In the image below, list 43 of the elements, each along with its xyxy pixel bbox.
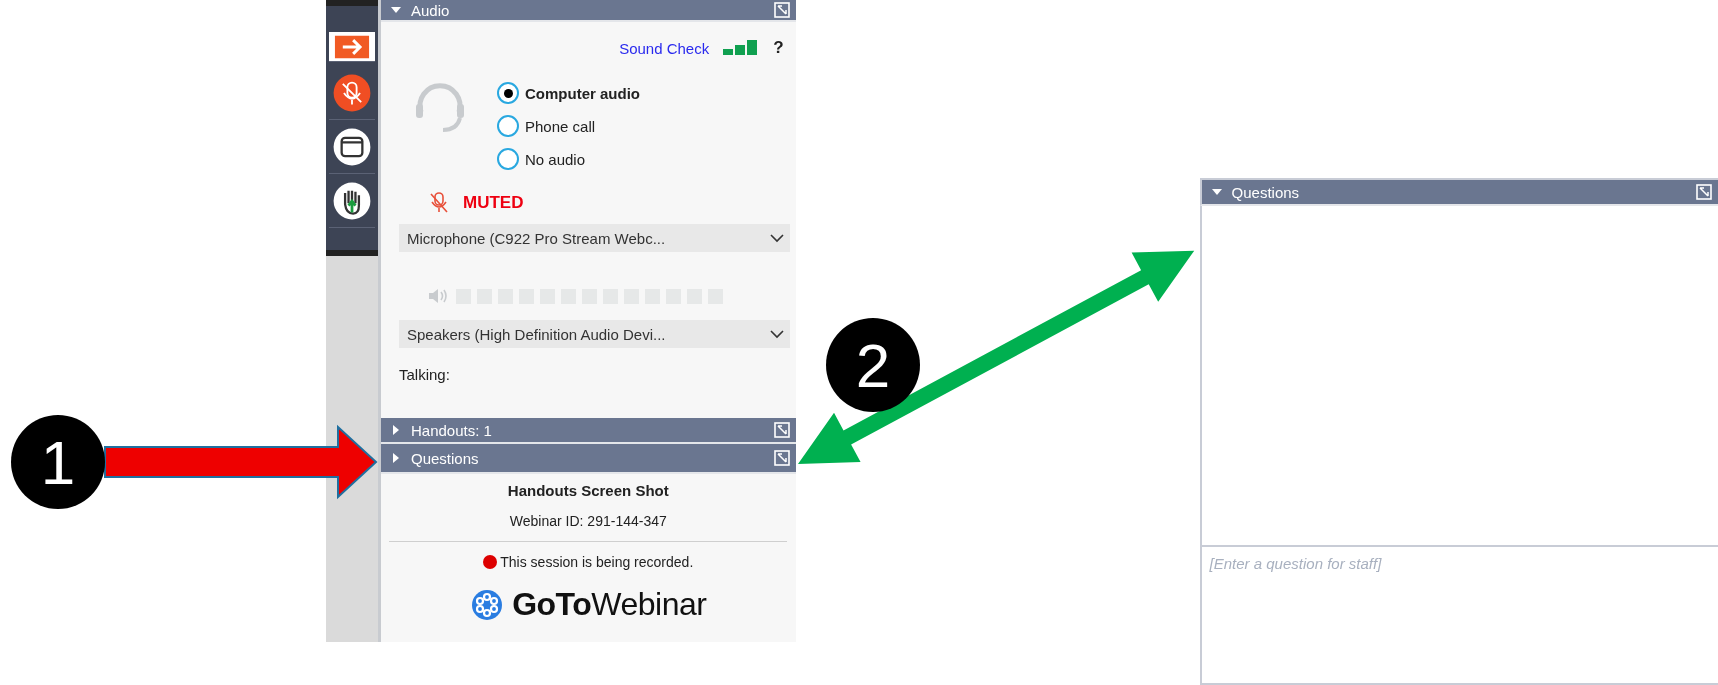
muted-mic-icon — [332, 72, 372, 113]
headset-icon — [413, 82, 467, 134]
logo-text: GoToWebinar — [512, 586, 707, 623]
popout-icon[interactable] — [773, 2, 790, 18]
popout-icon[interactable] — [1696, 184, 1712, 200]
number-badge: 2 — [826, 318, 920, 412]
raised-hand-icon — [332, 180, 372, 221]
recording-dot — [483, 555, 498, 569]
speaker-icon — [428, 288, 450, 304]
signal-bars-icon — [723, 40, 760, 56]
muted-mic-icon — [429, 192, 449, 214]
talking-label: Talking: — [399, 366, 450, 383]
collapse-arrow-icon[interactable] — [391, 5, 401, 15]
collapse-arrow-icon[interactable] — [1211, 187, 1222, 197]
radio-label: No audio — [525, 150, 586, 168]
expand-arrow-icon[interactable] — [391, 453, 401, 463]
toolbar-button[interactable] — [329, 32, 375, 62]
expand-arrow-icon[interactable] — [391, 425, 401, 435]
logo-icon — [470, 587, 505, 622]
question-input[interactable]: [Enter a question for staff] — [1199, 545, 1718, 685]
radio-button[interactable] — [497, 115, 519, 137]
radio-button[interactable] — [497, 148, 519, 170]
radio-button[interactable] — [497, 82, 519, 104]
webinar-title: Handouts Screen Shot — [507, 482, 669, 499]
sound-check-link[interactable]: Sound Check — [619, 39, 710, 57]
microphone-dropdown[interactable]: Microphone (C922 Pro Stream Webc... — [399, 224, 790, 252]
webinar-id: Webinar ID: 291-144-347 — [509, 512, 667, 529]
popout-icon[interactable] — [773, 422, 790, 438]
speakers-dropdown[interactable]: Speakers (High Definition Audio Devi... — [399, 320, 790, 348]
muted-status: MUTED — [463, 193, 524, 213]
radio-label: Phone call — [525, 117, 596, 135]
window-icon — [332, 126, 372, 167]
chevron-down-icon — [769, 329, 784, 339]
popout-icon[interactable] — [773, 450, 790, 466]
radio-label: Computer audio — [525, 84, 640, 102]
section-header[interactable]: Questions — [381, 444, 796, 474]
section-header[interactable]: Handouts: 1 — [381, 418, 796, 444]
help-button[interactable]: ? — [773, 38, 784, 58]
section-header[interactable]: Audio — [381, 0, 796, 22]
recording-notice: This session is being recorded. — [500, 554, 694, 570]
section-header[interactable]: Questions — [1199, 178, 1718, 206]
number-badge: 1 — [11, 415, 105, 509]
chevron-down-icon — [769, 233, 784, 243]
